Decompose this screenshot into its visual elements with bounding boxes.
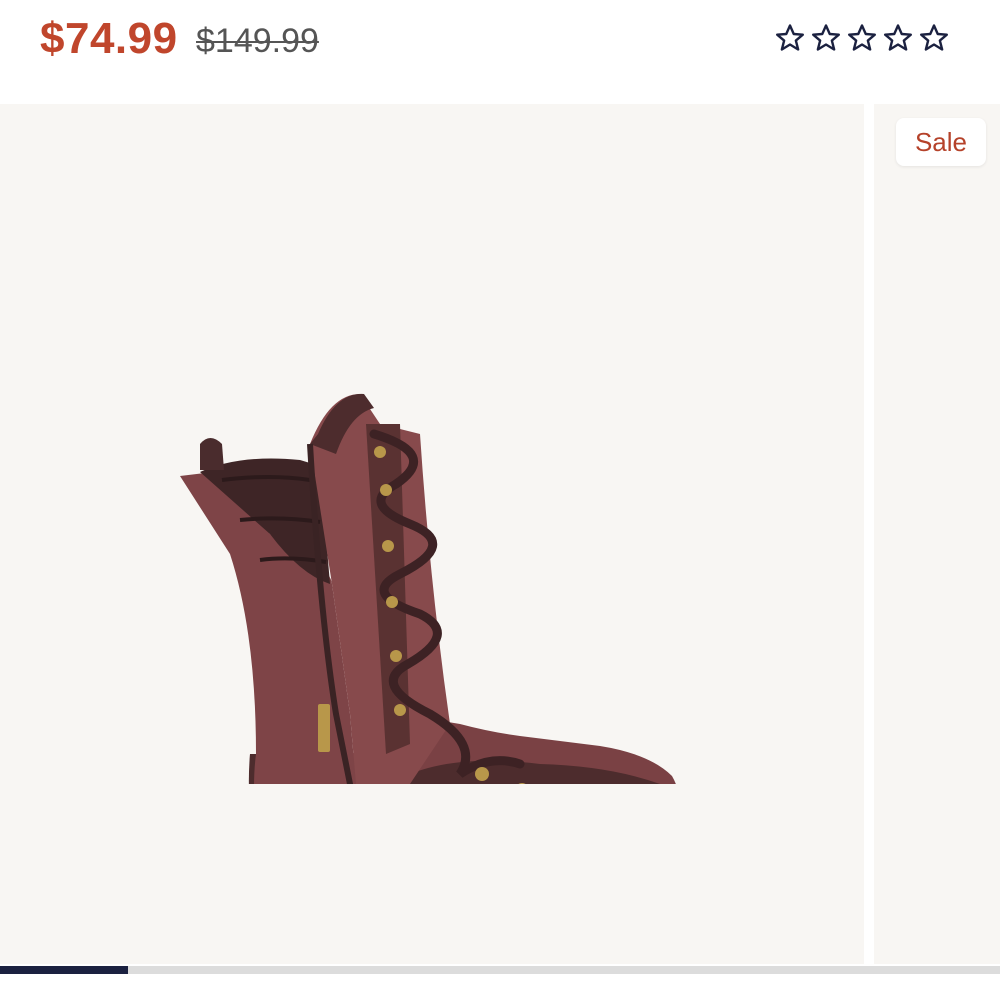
- sale-price: $74.99: [40, 14, 178, 63]
- carousel-progress-track[interactable]: [0, 966, 1000, 974]
- carousel-slide-next[interactable]: [874, 104, 1000, 964]
- star-outline-icon: [812, 24, 840, 51]
- star-outline-icon: [884, 24, 912, 51]
- rating-stars[interactable]: [774, 22, 950, 58]
- star-outline-icon: [848, 24, 876, 51]
- original-price: $149.99: [196, 22, 319, 60]
- boot-image: [180, 393, 676, 784]
- carousel-slide-current[interactable]: [0, 104, 864, 964]
- carousel-progress-indicator: [0, 966, 128, 974]
- image-carousel[interactable]: Sale: [0, 104, 1000, 964]
- sale-badge: Sale: [896, 118, 986, 166]
- star-outline-icon: [920, 24, 948, 51]
- price-rating-row: $74.99 $149.99: [0, 0, 1000, 100]
- product-card: $74.99 $149.99 Sale: [0, 0, 1000, 1000]
- star-outline-icon: [776, 24, 804, 51]
